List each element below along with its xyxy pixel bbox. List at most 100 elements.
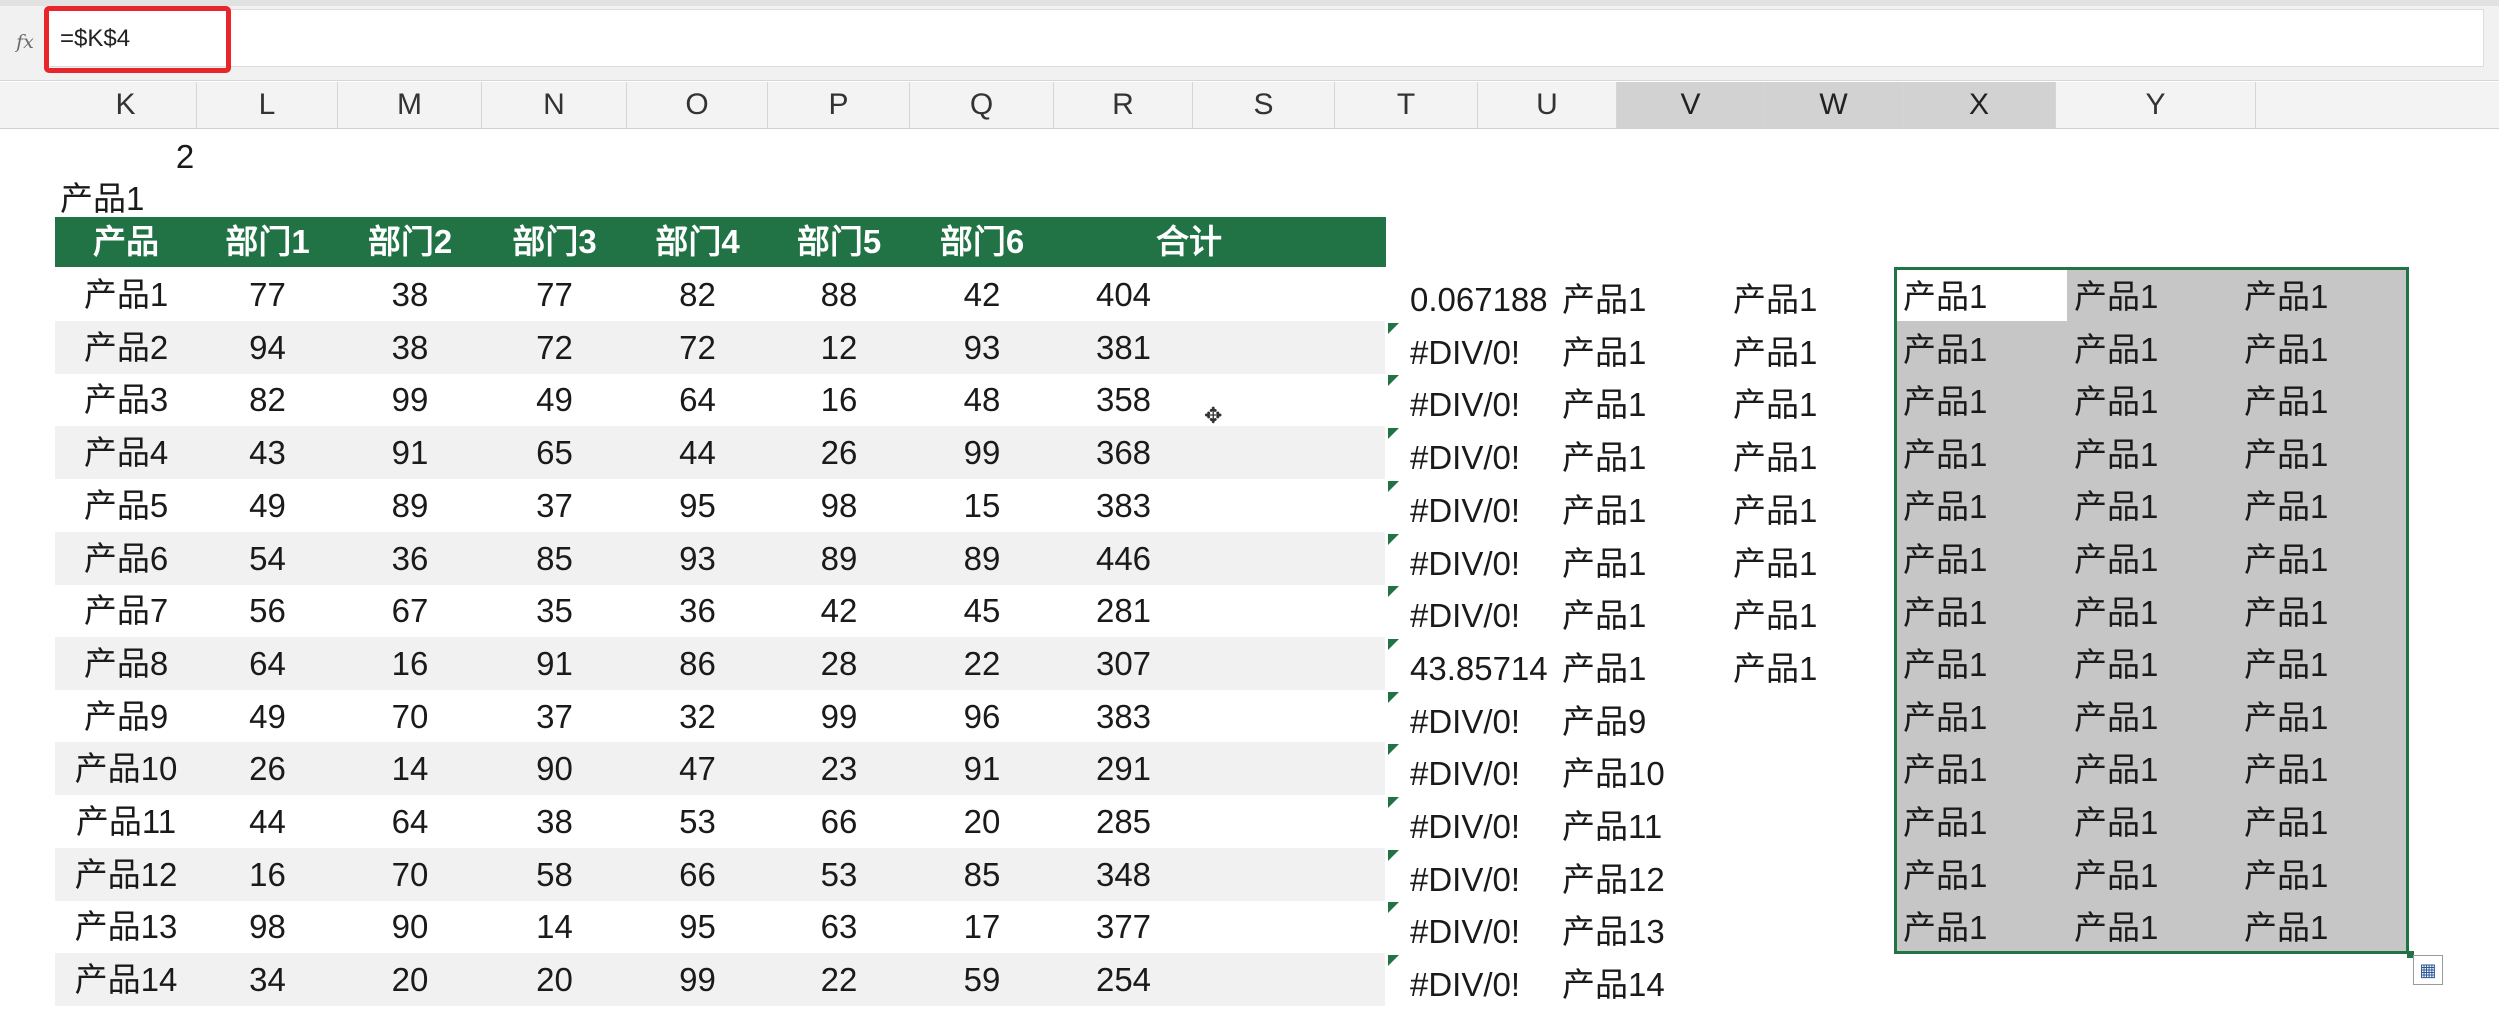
table-cell[interactable]: 产品14 <box>55 953 197 1006</box>
table-cell[interactable]: 产品7 <box>55 584 197 637</box>
cell-t[interactable]: 产品1 <box>1562 273 1692 326</box>
cell-s[interactable]: #DIV/0! <box>1410 800 1560 853</box>
selected-cell[interactable]: 产品1 <box>2074 638 2224 691</box>
table-cell[interactable]: 98 <box>197 900 338 953</box>
table-cell[interactable]: 58 <box>482 848 627 901</box>
cell-t[interactable]: 产品1 <box>1562 484 1692 537</box>
selected-cell[interactable]: 产品1 <box>1903 691 2053 744</box>
cell-u[interactable]: 产品1 <box>1733 484 1863 537</box>
table-header-cell[interactable]: 合计 <box>1054 217 1324 267</box>
table-cell[interactable]: 99 <box>768 690 910 743</box>
table-cell[interactable]: 88 <box>768 268 910 321</box>
cell-u[interactable]: 产品1 <box>1733 642 1863 695</box>
column-header-s[interactable]: S <box>1193 82 1335 128</box>
selected-cell[interactable]: 产品1 <box>2244 691 2394 744</box>
table-cell[interactable]: 254 <box>1054 953 1193 1006</box>
table-cell[interactable]: 99 <box>338 373 482 426</box>
selected-cell[interactable]: 产品1 <box>1903 638 2053 691</box>
selected-cell[interactable]: 产品1 <box>1903 375 2053 428</box>
table-cell[interactable]: 20 <box>482 953 627 1006</box>
table-cell[interactable]: 70 <box>338 690 482 743</box>
selected-cell[interactable]: 产品1 <box>2244 375 2394 428</box>
table-cell[interactable]: 91 <box>482 637 627 690</box>
table-header-cell[interactable]: 部门4 <box>627 217 768 267</box>
column-header-v[interactable]: V <box>1617 82 1765 128</box>
table-cell[interactable]: 37 <box>482 690 627 743</box>
table-cell[interactable]: 95 <box>627 479 768 532</box>
selected-cell[interactable]: 产品1 <box>2244 901 2394 954</box>
table-cell[interactable]: 90 <box>338 900 482 953</box>
table-cell[interactable]: 28 <box>768 637 910 690</box>
table-cell[interactable]: 22 <box>768 953 910 1006</box>
table-cell[interactable]: 67 <box>338 584 482 637</box>
selected-cell[interactable]: 产品1 <box>1903 743 2053 796</box>
table-cell[interactable]: 82 <box>627 268 768 321</box>
table-cell[interactable]: 产品1 <box>55 268 197 321</box>
table-cell[interactable]: 26 <box>768 426 910 479</box>
cell-t[interactable]: 产品1 <box>1562 642 1692 695</box>
table-cell[interactable]: 53 <box>627 795 768 848</box>
table-cell[interactable]: 82 <box>197 373 338 426</box>
table-cell[interactable]: 383 <box>1054 479 1193 532</box>
table-cell[interactable]: 产品13 <box>55 900 197 953</box>
table-cell[interactable]: 43 <box>197 426 338 479</box>
selected-cell[interactable]: 产品1 <box>2074 480 2224 533</box>
table-cell[interactable]: 38 <box>482 795 627 848</box>
cell-s[interactable]: #DIV/0! <box>1410 589 1560 642</box>
cell-t[interactable]: 产品1 <box>1562 431 1692 484</box>
cell-t[interactable]: 产品1 <box>1562 537 1692 590</box>
table-cell[interactable]: 22 <box>910 637 1054 690</box>
cell-u[interactable]: 产品1 <box>1733 589 1863 642</box>
table-cell[interactable]: 368 <box>1054 426 1193 479</box>
selected-cell[interactable]: 产品1 <box>2074 428 2224 481</box>
column-header-p[interactable]: P <box>768 82 910 128</box>
table-cell[interactable]: 42 <box>910 268 1054 321</box>
table-cell[interactable]: 99 <box>910 426 1054 479</box>
table-cell[interactable]: 89 <box>910 532 1054 585</box>
table-cell[interactable]: 20 <box>910 795 1054 848</box>
table-cell[interactable]: 35 <box>482 584 627 637</box>
cell-u[interactable]: 产品1 <box>1733 326 1863 379</box>
cell-u[interactable]: 产品1 <box>1733 431 1863 484</box>
table-cell[interactable]: 20 <box>338 953 482 1006</box>
selected-cell[interactable]: 产品1 <box>2244 428 2394 481</box>
selected-cell[interactable]: 产品1 <box>2074 270 2224 323</box>
table-cell[interactable]: 91 <box>910 742 1054 795</box>
cell-s[interactable]: #DIV/0! <box>1410 853 1560 906</box>
table-cell[interactable]: 77 <box>197 268 338 321</box>
table-cell[interactable]: 36 <box>627 584 768 637</box>
table-cell[interactable]: 291 <box>1054 742 1193 795</box>
column-header-w[interactable]: W <box>1765 82 1903 128</box>
table-cell[interactable]: 49 <box>482 373 627 426</box>
table-cell[interactable]: 36 <box>338 532 482 585</box>
cell-t[interactable]: 产品14 <box>1562 958 1692 1011</box>
table-cell[interactable]: 16 <box>768 373 910 426</box>
table-cell[interactable]: 348 <box>1054 848 1193 901</box>
column-header-n[interactable]: N <box>482 82 627 128</box>
cell-t[interactable]: 产品12 <box>1562 853 1692 906</box>
selected-cell[interactable]: 产品1 <box>2074 743 2224 796</box>
table-cell[interactable]: 96 <box>910 690 1054 743</box>
selected-cell[interactable]: 产品1 <box>1903 270 2053 323</box>
table-cell[interactable]: 49 <box>197 479 338 532</box>
cell-s[interactable]: #DIV/0! <box>1410 905 1560 958</box>
table-cell[interactable]: 产品4 <box>55 426 197 479</box>
table-cell[interactable]: 48 <box>910 373 1054 426</box>
selected-cell[interactable]: 产品1 <box>2074 691 2224 744</box>
table-cell[interactable]: 85 <box>482 532 627 585</box>
table-cell[interactable]: 90 <box>482 742 627 795</box>
cell-s[interactable]: #DIV/0! <box>1410 747 1560 800</box>
table-cell[interactable]: 86 <box>627 637 768 690</box>
selected-cell[interactable]: 产品1 <box>2244 743 2394 796</box>
table-cell[interactable]: 产品11 <box>55 795 197 848</box>
column-header-q[interactable]: Q <box>910 82 1054 128</box>
column-header-r[interactable]: R <box>1054 82 1193 128</box>
column-header-o[interactable]: O <box>627 82 768 128</box>
column-header-u[interactable]: U <box>1478 82 1617 128</box>
selected-cell[interactable]: 产品1 <box>1903 323 2053 376</box>
table-cell[interactable]: 70 <box>338 848 482 901</box>
table-cell[interactable]: 59 <box>910 953 1054 1006</box>
table-cell[interactable]: 产品12 <box>55 848 197 901</box>
table-cell[interactable]: 66 <box>768 795 910 848</box>
table-cell[interactable]: 产品6 <box>55 532 197 585</box>
